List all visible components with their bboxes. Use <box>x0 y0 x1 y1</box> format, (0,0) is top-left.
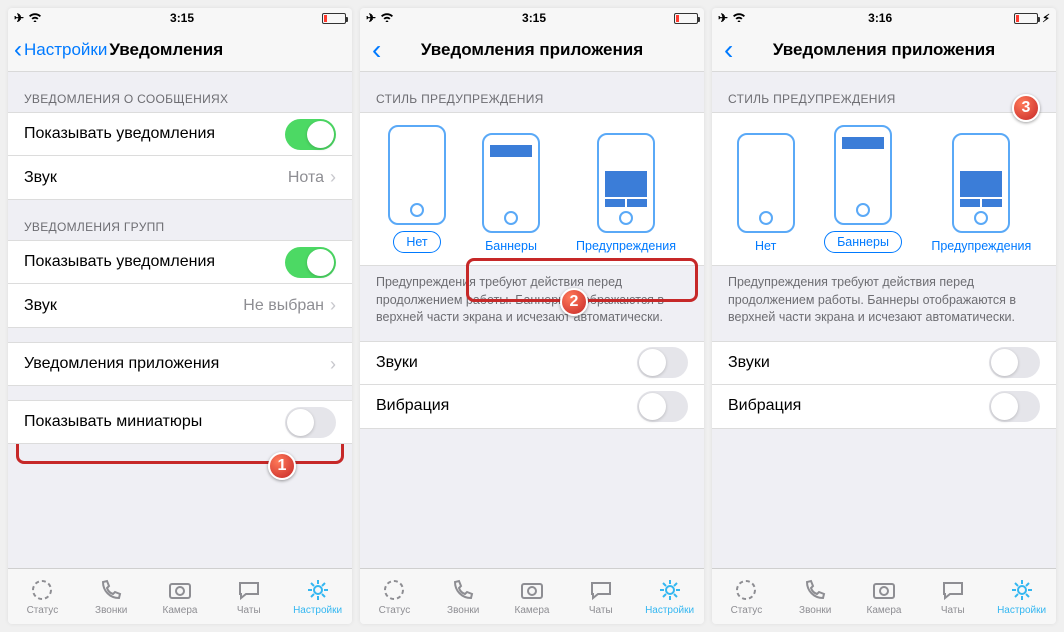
tab-bar: Статус Звонки Камера Чаты Настройки <box>360 568 704 624</box>
status-time: 3:15 <box>522 11 546 25</box>
chevron-right-icon: › <box>330 167 336 188</box>
airplane-icon: ✈︎ <box>14 11 24 25</box>
tab-camera[interactable]: Камера <box>850 569 919 624</box>
status-time: 3:15 <box>170 11 194 25</box>
toggle-sounds[interactable] <box>989 347 1040 378</box>
style-banners[interactable]: Баннеры <box>824 125 902 253</box>
wifi-icon <box>28 11 42 25</box>
nav-title: Уведомления приложения <box>712 40 1056 60</box>
row-vibration[interactable]: Вибрация <box>712 385 1056 429</box>
row-sound[interactable]: Звук Нота › <box>8 156 352 200</box>
row-sounds[interactable]: Звуки <box>360 341 704 385</box>
nav-bar: ‹ Настройки Уведомления <box>8 28 352 72</box>
back-button[interactable]: ‹ <box>718 28 739 72</box>
status-bar: ✈︎ 3:15 <box>360 8 704 28</box>
phone-none-icon <box>737 133 795 233</box>
wifi-icon <box>732 11 746 25</box>
tab-status[interactable]: Статус <box>712 569 781 624</box>
chevron-right-icon: › <box>330 354 336 375</box>
alert-style-description: Предупреждения требуют действия перед пр… <box>712 266 1056 341</box>
row-vibration[interactable]: Вибрация <box>360 385 704 429</box>
row-show-notifications-group[interactable]: Показывать уведомления <box>8 240 352 284</box>
tab-status[interactable]: Статус <box>8 569 77 624</box>
charging-icon: ⚡︎ <box>1042 12 1050 25</box>
row-sounds[interactable]: Звуки <box>712 341 1056 385</box>
tab-calls[interactable]: Звонки <box>781 569 850 624</box>
nav-title: Уведомления <box>109 40 223 60</box>
tab-chats[interactable]: Чаты <box>566 569 635 624</box>
style-banners[interactable]: Баннеры <box>482 133 540 253</box>
alert-style-description: Предупреждения требуют действия перед пр… <box>360 266 704 341</box>
section-header-alert-style: СТИЛЬ ПРЕДУПРЕЖДЕНИЯ <box>712 72 1056 112</box>
toggle-vibration[interactable] <box>637 391 688 422</box>
chevron-right-icon: › <box>330 295 336 316</box>
nav-title: Уведомления приложения <box>360 40 704 60</box>
toggle-sounds[interactable] <box>637 347 688 378</box>
row-show-notifications[interactable]: Показывать уведомления <box>8 112 352 156</box>
tab-chats[interactable]: Чаты <box>214 569 283 624</box>
tab-calls[interactable]: Звонки <box>77 569 146 624</box>
tab-calls[interactable]: Звонки <box>429 569 498 624</box>
battery-icon <box>674 13 698 24</box>
row-show-thumbnails[interactable]: Показывать миниатюры <box>8 400 352 444</box>
tab-settings[interactable]: Настройки <box>635 569 704 624</box>
toggle-vibration[interactable] <box>989 391 1040 422</box>
screen-2: ✈︎ 3:15 ‹ Уведомления приложения СТИЛЬ П… <box>360 8 704 624</box>
back-button[interactable]: ‹ <box>366 28 387 72</box>
nav-bar: ‹ Уведомления приложения <box>712 28 1056 72</box>
badge-2: 2 <box>560 288 588 316</box>
tab-bar: Статус Звонки Камера Чаты Настройки <box>712 568 1056 624</box>
phone-alert-icon <box>952 133 1010 233</box>
style-alerts[interactable]: Предупреждения <box>931 133 1031 253</box>
badge-3: 3 <box>1012 94 1040 122</box>
status-time: 3:16 <box>868 11 892 25</box>
section-header-groups: УВЕДОМЛЕНИЯ ГРУПП <box>8 200 352 240</box>
battery-icon <box>322 13 346 24</box>
screen-3: ✈︎ 3:16 ⚡︎ ‹ Уведомления приложения СТИЛ… <box>712 8 1056 624</box>
battery-icon <box>1014 13 1038 24</box>
back-button[interactable]: ‹ Настройки <box>14 36 107 64</box>
status-bar: ✈︎ 3:15 <box>8 8 352 28</box>
style-none[interactable]: Нет <box>388 125 446 253</box>
tab-status[interactable]: Статус <box>360 569 429 624</box>
nav-bar: ‹ Уведомления приложения <box>360 28 704 72</box>
section-header-alert-style: СТИЛЬ ПРЕДУПРЕЖДЕНИЯ <box>360 72 704 112</box>
phone-banner-icon <box>834 125 892 225</box>
row-sound-group[interactable]: Звук Не выбран › <box>8 284 352 328</box>
tab-chats[interactable]: Чаты <box>918 569 987 624</box>
toggle-show-notifications-group[interactable] <box>285 247 336 278</box>
style-none[interactable]: Нет <box>737 133 795 253</box>
wifi-icon <box>380 11 394 25</box>
tab-camera[interactable]: Камера <box>146 569 215 624</box>
style-alerts[interactable]: Предупреждения <box>576 133 676 253</box>
screen-1: ✈︎ 3:15 ‹ Настройки Уведомления УВЕДОМЛЕ… <box>8 8 352 624</box>
airplane-icon: ✈︎ <box>718 11 728 25</box>
toggle-thumbnails[interactable] <box>285 407 336 438</box>
toggle-show-notifications[interactable] <box>285 119 336 150</box>
tab-camera[interactable]: Камера <box>498 569 567 624</box>
status-bar: ✈︎ 3:16 ⚡︎ <box>712 8 1056 28</box>
phone-none-icon <box>388 125 446 225</box>
badge-1: 1 <box>268 452 296 480</box>
phone-alert-icon <box>597 133 655 233</box>
tab-settings[interactable]: Настройки <box>987 569 1056 624</box>
tab-settings[interactable]: Настройки <box>283 569 352 624</box>
row-app-notifications[interactable]: Уведомления приложения › <box>8 342 352 386</box>
tab-bar: Статус Звонки Камера Чаты Настройки <box>8 568 352 624</box>
phone-banner-icon <box>482 133 540 233</box>
section-header-messages: УВЕДОМЛЕНИЯ О СООБЩЕНИЯХ <box>8 72 352 112</box>
airplane-icon: ✈︎ <box>366 11 376 25</box>
